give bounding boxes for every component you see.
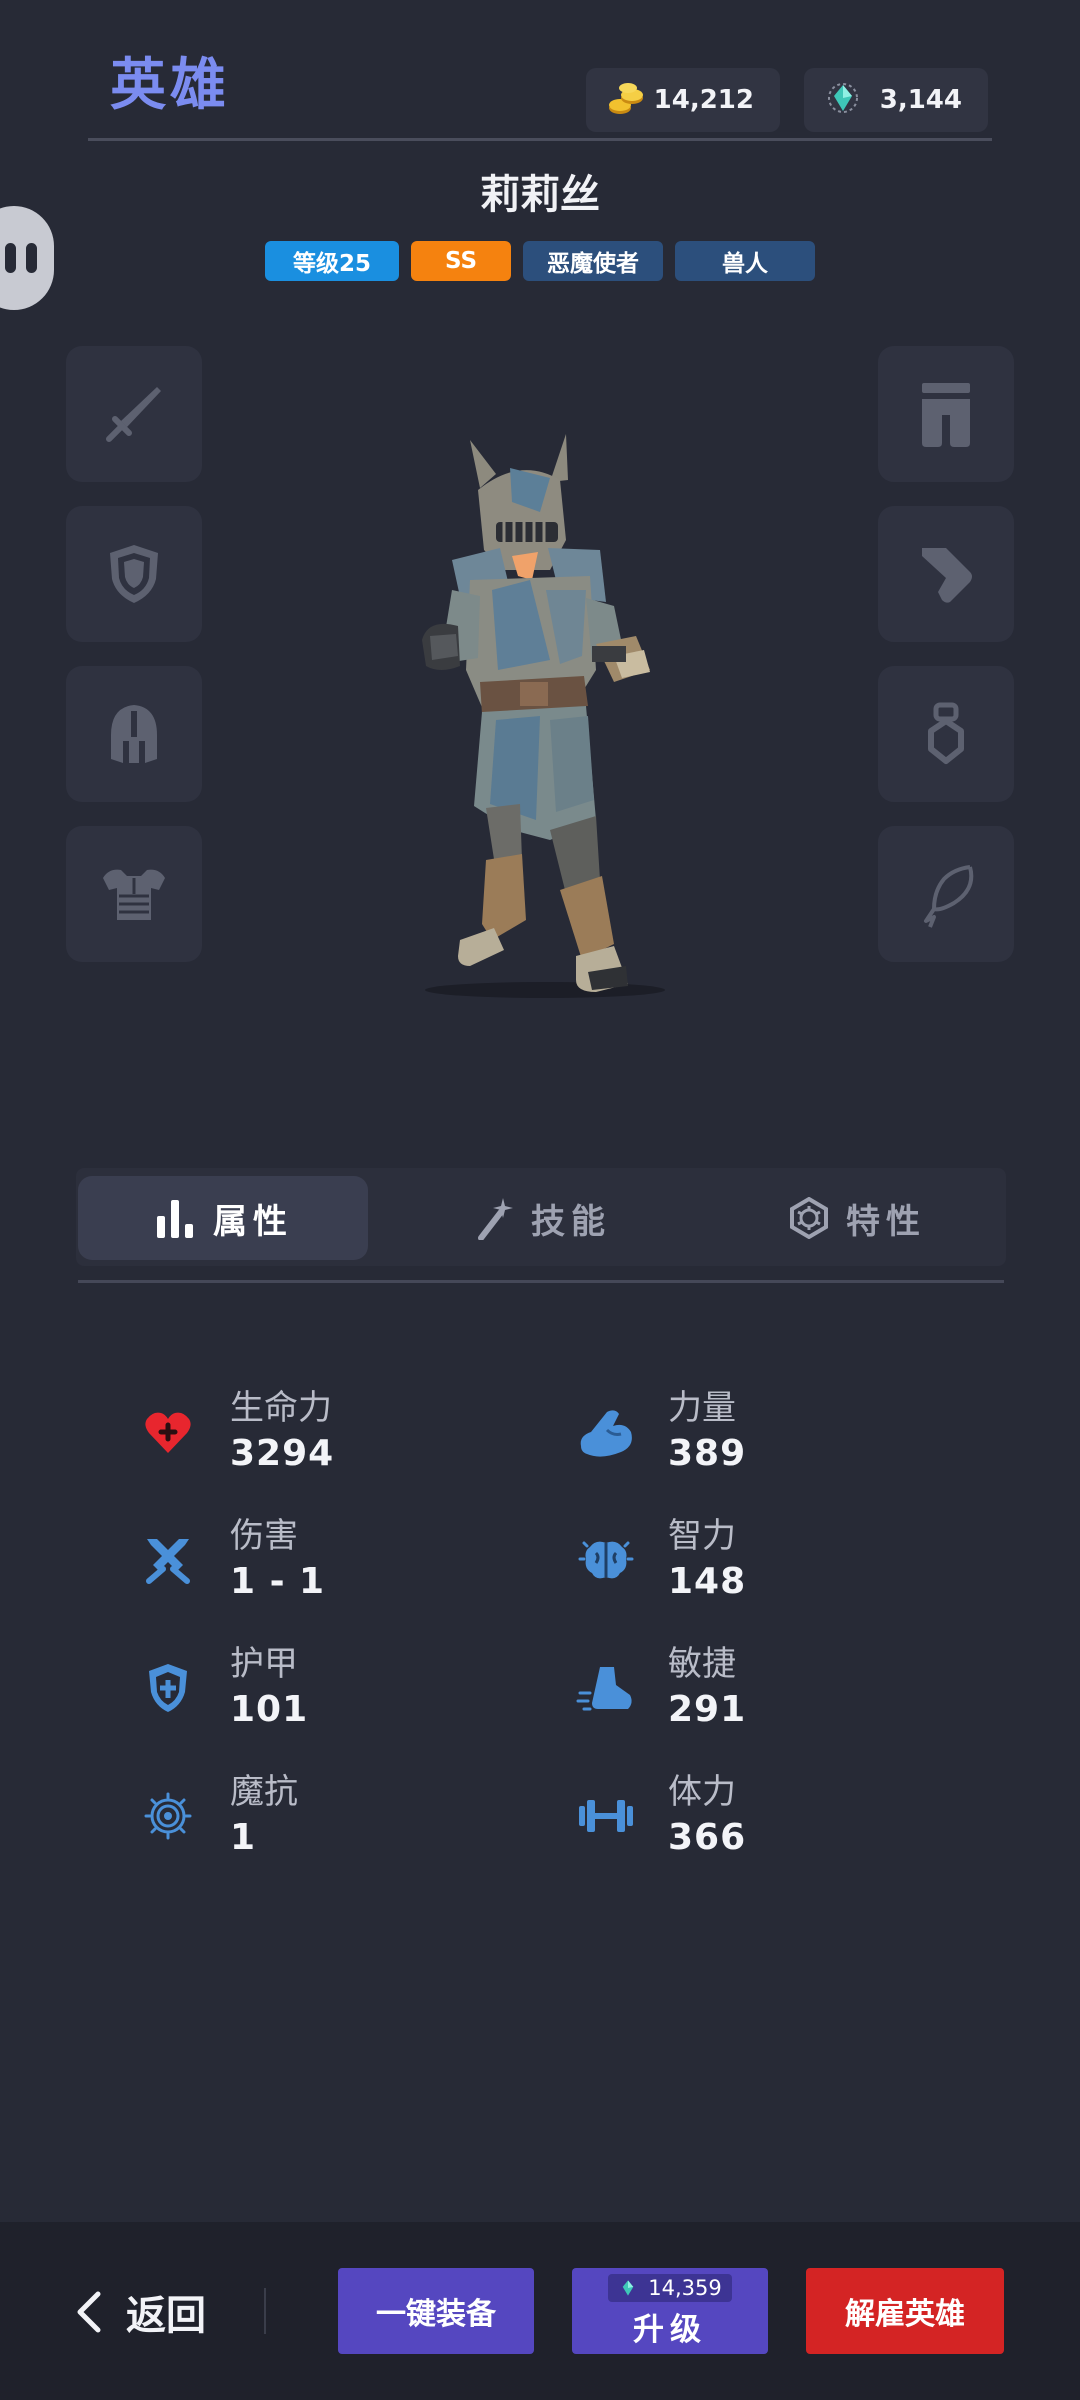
class-badge: 恶魔使者: [523, 241, 663, 281]
header-divider: [88, 138, 992, 141]
stat-stamina-value: 366: [668, 1817, 747, 1858]
stat-agility-value: 291: [668, 1689, 747, 1730]
hero-character[interactable]: [400, 420, 690, 1000]
crossed-swords-icon: [138, 1530, 198, 1590]
gold-amount: 14,212: [653, 85, 754, 115]
stat-strength: 力量 389: [576, 1386, 746, 1478]
dismiss-hero-label: 解雇英雄: [845, 2297, 965, 2332]
upgrade-cost: 14,359: [608, 2273, 732, 2302]
trait-emblem-icon: [790, 1197, 828, 1239]
tab-skills-label: 技能: [531, 1201, 611, 1242]
gem-icon: [826, 80, 860, 120]
stat-armor-label: 护甲: [230, 1644, 298, 1684]
gold-coins-icon: [608, 80, 646, 120]
ring-icon: [928, 702, 964, 764]
dumbbell-icon: [576, 1786, 636, 1846]
chest-armor-icon: [103, 869, 165, 920]
body-slot[interactable]: [66, 826, 202, 962]
heart-icon: [138, 1402, 198, 1462]
chevron-left-icon: [77, 2291, 101, 2333]
head-slot[interactable]: [66, 666, 202, 802]
stat-damage: 伤害 1 - 1: [138, 1514, 325, 1606]
stat-agility: 敏捷 291: [576, 1642, 746, 1734]
bar-chart-icon: [157, 1200, 193, 1238]
gem-icon: [622, 2279, 634, 2296]
tab-attributes-label: 属性: [213, 1201, 293, 1242]
offhand-slot[interactable]: [66, 506, 202, 642]
stat-magic-resist-label: 魔抗: [230, 1772, 298, 1812]
stat-strength-value: 389: [668, 1433, 747, 1474]
magic-wand-icon: [478, 1198, 513, 1240]
tab-bar: 属性 技能 特性: [76, 1168, 1006, 1266]
equip-all-label: 一键装备: [376, 2297, 496, 2332]
stat-stamina: 体力 366: [576, 1770, 746, 1862]
tab-traits-label: 特性: [846, 1201, 926, 1242]
helmet-icon: [111, 705, 157, 763]
weapon-slot[interactable]: [66, 346, 202, 482]
hero-tags: 等级25 SS 恶魔使者 兽人: [0, 241, 1080, 281]
bottom-separator: [264, 2288, 266, 2334]
dismiss-hero-button[interactable]: 解雇英雄: [806, 2268, 1004, 2354]
upgrade-button[interactable]: 14,359 升级: [572, 2268, 768, 2354]
level-badge: 等级25: [265, 241, 399, 281]
upgrade-cost-value: 14,359: [648, 2275, 722, 2300]
stat-intellect-label: 智力: [668, 1516, 736, 1556]
gem-currency[interactable]: 3,144: [804, 68, 988, 132]
stat-armor-value: 101: [230, 1689, 309, 1730]
magic-swirl-icon: [138, 1786, 198, 1846]
speed-boot-icon: [576, 1658, 636, 1718]
upgrade-label: 升级: [633, 2311, 707, 2348]
ring-slot[interactable]: [878, 666, 1014, 802]
stat-hp: 生命力 3294: [138, 1386, 334, 1478]
back-label: 返回: [126, 2293, 206, 2339]
boots-icon: [922, 548, 972, 603]
flexed-arm-icon: [576, 1402, 636, 1462]
brain-icon: [576, 1530, 636, 1590]
feet-slot[interactable]: [878, 506, 1014, 642]
armor-shield-icon: [138, 1658, 198, 1718]
stat-intellect: 智力 148: [576, 1514, 746, 1606]
back-button[interactable]: 返回: [76, 2282, 206, 2342]
sword-icon: [106, 387, 161, 442]
stat-hp-value: 3294: [230, 1433, 335, 1474]
pants-icon: [922, 383, 970, 447]
stat-stamina-label: 体力: [668, 1772, 736, 1812]
legs-slot[interactable]: [878, 346, 1014, 482]
stat-armor: 护甲 101: [138, 1642, 308, 1734]
equip-all-button[interactable]: 一键装备: [338, 2268, 534, 2354]
gold-currency[interactable]: 14,212: [586, 68, 780, 132]
necklace-icon: [924, 865, 974, 928]
tab-traits[interactable]: 特性: [712, 1176, 1002, 1260]
stat-magic-resist-value: 1: [230, 1817, 257, 1858]
stat-agility-label: 敏捷: [668, 1644, 736, 1684]
neck-slot[interactable]: [878, 826, 1014, 962]
stat-intellect-value: 148: [668, 1561, 747, 1602]
hero-name: 莉莉丝: [480, 172, 600, 218]
page-title: 英雄: [110, 53, 230, 118]
gem-amount: 3,144: [879, 85, 962, 115]
tab-attributes[interactable]: 属性: [78, 1176, 368, 1260]
stat-magic-resist: 魔抗 1: [138, 1770, 298, 1862]
stat-hp-label: 生命力: [230, 1388, 332, 1428]
stat-strength-label: 力量: [668, 1388, 736, 1428]
rank-badge: SS: [411, 241, 511, 281]
tab-skills[interactable]: 技能: [398, 1176, 688, 1260]
shield-icon: [110, 545, 158, 603]
stat-damage-value: 1 - 1: [230, 1561, 326, 1602]
stat-damage-label: 伤害: [230, 1516, 298, 1556]
race-badge: 兽人: [675, 241, 815, 281]
tabs-divider: [78, 1280, 1004, 1283]
